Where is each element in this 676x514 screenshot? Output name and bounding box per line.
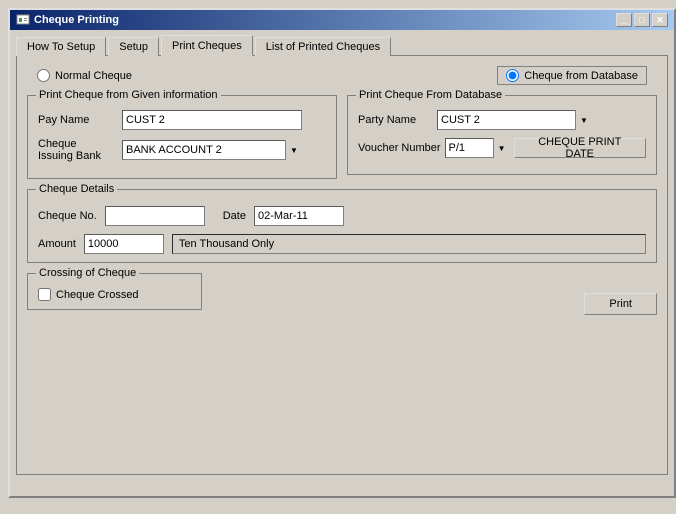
- cheque-crossed-group: Cheque Crossed: [38, 288, 191, 301]
- right-fieldset: Print Cheque From Database Party Name CU…: [347, 95, 657, 175]
- title-bar-left: Cheque Printing: [16, 13, 119, 27]
- date-input[interactable]: [254, 206, 344, 226]
- pay-name-row: Pay Name: [38, 110, 326, 130]
- cheque-issuing-bank-row: ChequeIssuing Bank BANK ACCOUNT 2 ▼: [38, 138, 326, 162]
- tab-how-to-setup[interactable]: How To Setup: [16, 37, 106, 56]
- tab-bar: How To Setup Setup Print Cheques List of…: [10, 30, 674, 55]
- window-icon: [16, 13, 30, 27]
- cheque-from-database-radio[interactable]: [506, 69, 519, 82]
- crossing-legend: Crossing of Cheque: [36, 267, 139, 279]
- voucher-select[interactable]: P/1: [445, 138, 510, 158]
- cheque-from-database-box: Cheque from Database: [497, 66, 647, 85]
- content-area: Normal Cheque Cheque from Database Print…: [16, 55, 668, 475]
- close-button[interactable]: ✕: [652, 13, 668, 27]
- normal-cheque-radio[interactable]: [37, 69, 50, 82]
- party-name-row: Party Name CUST 2 ▼: [358, 110, 646, 130]
- left-panel: Print Cheque from Given information Pay …: [27, 95, 337, 179]
- cheque-no-input[interactable]: [105, 206, 205, 226]
- cheque-issuing-bank-label: ChequeIssuing Bank: [38, 138, 118, 162]
- cheque-crossed-label[interactable]: Cheque Crossed: [56, 289, 139, 301]
- tab-print-cheques[interactable]: Print Cheques: [161, 35, 253, 56]
- amount-input[interactable]: [84, 234, 164, 254]
- normal-cheque-radio-label[interactable]: Normal Cheque: [37, 69, 132, 82]
- title-buttons: _ □ ✕: [616, 13, 668, 27]
- voucher-number-label: Voucher Number: [358, 142, 441, 154]
- amount-row: Amount Ten Thousand Only: [38, 234, 646, 254]
- main-window: Cheque Printing _ □ ✕ How To Setup Setup…: [8, 8, 676, 498]
- cheque-details-fieldset: Cheque Details Cheque No. Date Amount Te…: [27, 189, 657, 263]
- amount-text: Ten Thousand Only: [172, 234, 646, 254]
- title-bar: Cheque Printing _ □ ✕: [10, 10, 674, 30]
- crossing-fieldset: Crossing of Cheque Cheque Crossed: [27, 273, 202, 310]
- maximize-button[interactable]: □: [634, 13, 650, 27]
- cheque-no-label: Cheque No.: [38, 210, 97, 222]
- amount-label: Amount: [38, 238, 76, 250]
- bank-select[interactable]: BANK ACCOUNT 2: [122, 140, 302, 160]
- right-panel: Print Cheque From Database Party Name CU…: [347, 95, 657, 179]
- party-name-select[interactable]: CUST 2: [437, 110, 592, 130]
- minimize-button[interactable]: _: [616, 13, 632, 27]
- print-button[interactable]: Print: [584, 293, 657, 315]
- party-name-select-wrapper: CUST 2 ▼: [437, 110, 592, 130]
- two-col-layout: Print Cheque from Given information Pay …: [27, 95, 657, 179]
- cheque-details-section: Cheque Details Cheque No. Date Amount Te…: [27, 189, 657, 263]
- left-fieldset: Print Cheque from Given information Pay …: [27, 95, 337, 179]
- tab-list-of-printed-cheques[interactable]: List of Printed Cheques: [255, 37, 391, 56]
- date-label: Date: [223, 210, 246, 222]
- right-fieldset-legend: Print Cheque From Database: [356, 89, 505, 101]
- bank-select-wrapper: BANK ACCOUNT 2 ▼: [122, 140, 302, 160]
- radio-row: Normal Cheque Cheque from Database: [27, 66, 657, 85]
- cheque-print-date-button[interactable]: CHEQUE PRINT DATE: [514, 138, 646, 158]
- cheque-crossed-checkbox[interactable]: [38, 288, 51, 301]
- left-fieldset-legend: Print Cheque from Given information: [36, 89, 221, 101]
- cheque-details-inner: Cheque No. Date: [38, 202, 646, 226]
- voucher-number-row: Voucher Number P/1 ▼ CHEQUE PRINT DATE: [358, 138, 646, 158]
- tab-setup[interactable]: Setup: [108, 37, 159, 56]
- window-title: Cheque Printing: [34, 14, 119, 26]
- voucher-select-wrapper: P/1 ▼: [445, 138, 510, 158]
- crossing-section: Crossing of Cheque Cheque Crossed Print: [27, 273, 657, 315]
- cheque-details-legend: Cheque Details: [36, 183, 117, 195]
- pay-name-input[interactable]: [122, 110, 302, 130]
- cheque-from-database-radio-label[interactable]: Cheque from Database: [506, 69, 638, 82]
- pay-name-label: Pay Name: [38, 114, 118, 126]
- party-name-label: Party Name: [358, 114, 433, 126]
